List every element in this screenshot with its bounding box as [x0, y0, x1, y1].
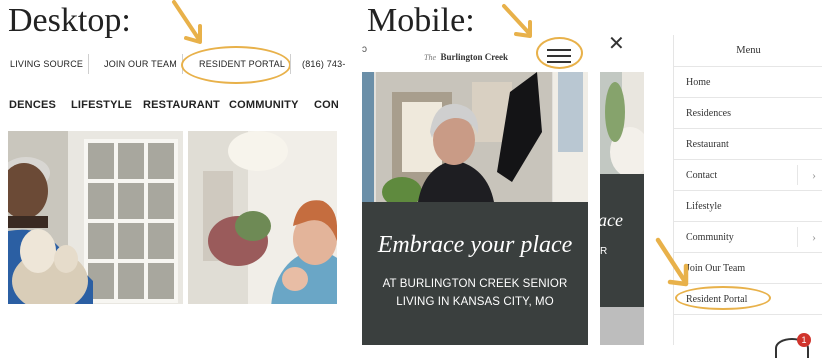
- transition-photo: [600, 72, 644, 174]
- banner-script: Embrace your place: [377, 232, 573, 258]
- arrow-down-right-icon: [655, 237, 689, 287]
- close-icon[interactable]: ✕: [608, 34, 625, 56]
- util-divider: [88, 54, 89, 74]
- mobile-heading: Mobile:: [367, 2, 475, 39]
- hero-photo-right: [188, 131, 337, 304]
- resident-portal-highlight: [181, 46, 291, 84]
- nav-residences[interactable]: DENCES: [9, 99, 56, 111]
- chevron-right-icon[interactable]: ›: [812, 160, 816, 191]
- hero-photo-left: [8, 131, 183, 304]
- nav-lifestyle[interactable]: LIFESTYLE: [71, 99, 132, 111]
- menu-title: Menu: [736, 45, 761, 56]
- phone-link[interactable]: (816) 743-: [302, 59, 346, 69]
- menu-item-residences[interactable]: Residences: [674, 98, 822, 129]
- living-source-link[interactable]: LIVING SOURCE: [10, 59, 83, 69]
- banner-text-line2: LIVING IN KANSAS CITY, MO: [396, 296, 554, 308]
- menu-item-restaurant[interactable]: Restaurant: [674, 129, 822, 160]
- menu-item-lifestyle[interactable]: Lifestyle: [674, 191, 822, 222]
- menu-item-home[interactable]: Home: [674, 67, 822, 98]
- mobile-screen-home: ↄ The Burlington Creek Embrace your plac…: [362, 37, 588, 345]
- brand-logo[interactable]: The Burlington Creek: [424, 47, 508, 65]
- banner-text-line1: AT BURLINGTON CREEK SENIOR: [382, 278, 568, 290]
- nav-restaurant[interactable]: RESTAURANT: [143, 99, 220, 111]
- mobile-hero-photo: [362, 72, 588, 202]
- arrow-down-right-icon: [502, 4, 532, 38]
- util-divider: [290, 54, 291, 74]
- hamburger-highlight: [536, 37, 583, 69]
- partial-icon: ↄ: [362, 44, 367, 55]
- transition-banner: ace R: [600, 174, 644, 307]
- nav-community[interactable]: COMMUNITY: [229, 99, 299, 111]
- mobile-screen-transition: ✕ ace R: [600, 34, 644, 345]
- desktop-heading: Desktop:: [8, 2, 131, 39]
- arrow-down-right-icon: [172, 0, 202, 44]
- chevron-right-icon[interactable]: ›: [812, 222, 816, 253]
- join-our-team-link[interactable]: JOIN OUR TEAM: [104, 59, 177, 69]
- resident-portal-menu-highlight: [675, 286, 771, 310]
- nav-contact[interactable]: CON: [314, 99, 338, 111]
- menu-item-contact[interactable]: Contact ›: [674, 160, 822, 191]
- mobile-banner: Embrace your place AT BURLINGTON CREEK S…: [362, 202, 588, 345]
